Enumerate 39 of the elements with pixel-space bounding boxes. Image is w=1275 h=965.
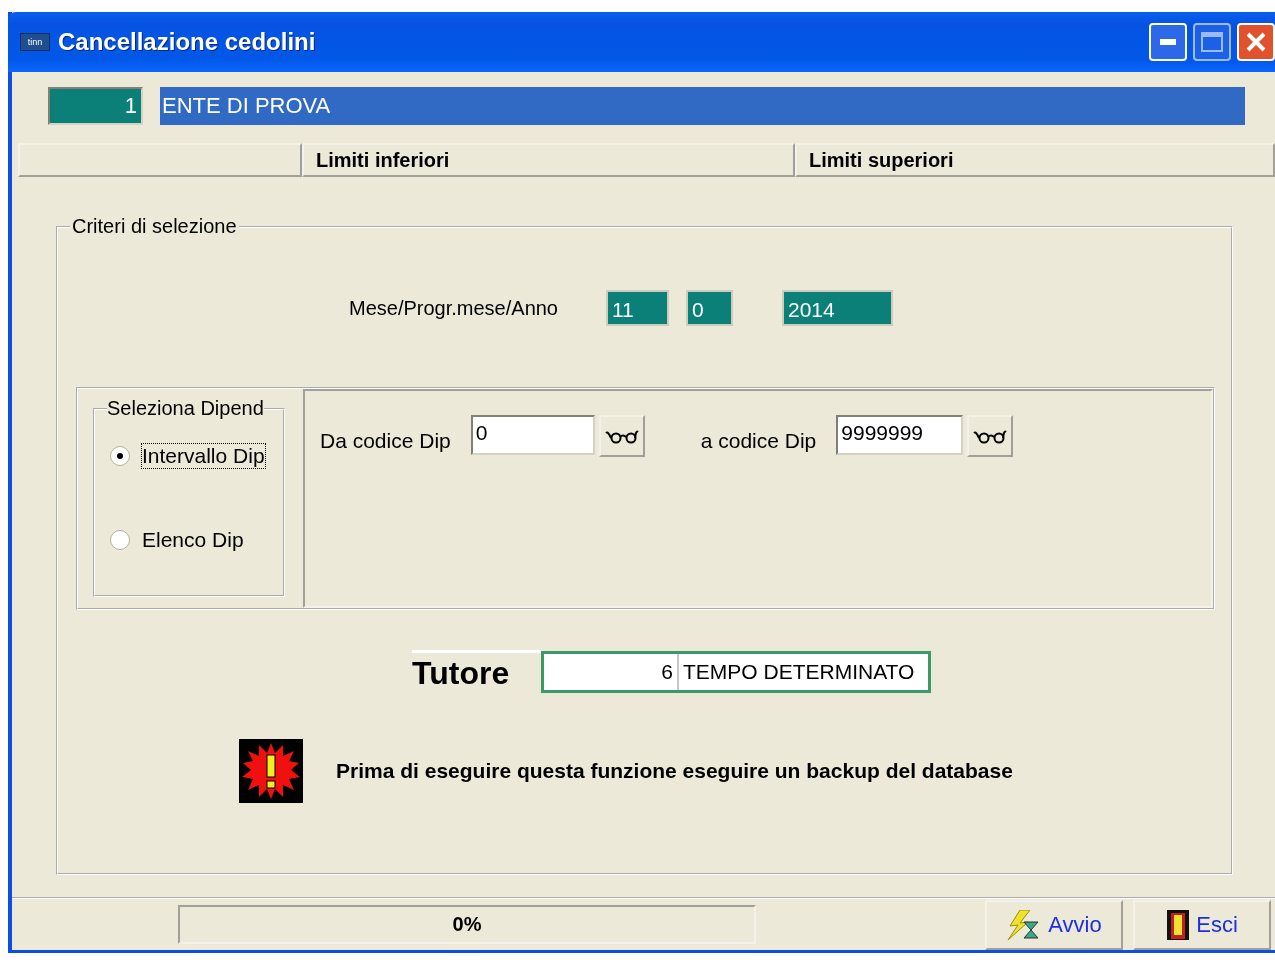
minimize-button[interactable]: [1149, 23, 1187, 61]
to-code-field[interactable]: 9999999: [836, 415, 964, 455]
maximize-button[interactable]: [1193, 23, 1231, 61]
maximize-icon: [1201, 32, 1223, 52]
window-title: Cancellazione cedolini: [58, 28, 317, 56]
lookup-button[interactable]: [598, 415, 645, 457]
month-field[interactable]: 11: [606, 290, 669, 326]
column-header: Limiti superiori: [795, 143, 1275, 177]
progressive-field[interactable]: 0: [686, 290, 733, 326]
close-button[interactable]: [1237, 23, 1275, 61]
glasses-icon: [973, 428, 1008, 444]
warning-icon: [239, 739, 303, 803]
radio-button[interactable]: [110, 446, 130, 466]
glasses-icon: [604, 428, 639, 444]
progress-reading: 0%: [452, 913, 482, 936]
entity-code-field[interactable]: 1: [48, 87, 143, 125]
close-icon: [1245, 31, 1267, 53]
app-icon: tinn: [20, 33, 50, 51]
column-header: Limiti inferiori: [302, 143, 795, 177]
entity-name-field: ENTE DI PROVA: [160, 87, 1245, 125]
warning-message: Prima di eseguire questa funzione eseguire un backup del database: [336, 759, 1013, 783]
to-code-label: a codice Dip: [700, 429, 817, 453]
from-code-label: Da codice Dip: [320, 429, 451, 453]
year-field[interactable]: 2014: [782, 290, 893, 326]
tutor-field[interactable]: 6 TEMPO DETERMINATO: [541, 650, 931, 693]
exit-button[interactable]: Esci: [1133, 899, 1271, 950]
tutor-description: TEMPO DETERMINATO: [682, 658, 915, 685]
door-icon: [1166, 908, 1191, 941]
lookup-button[interactable]: [967, 415, 1014, 457]
group-title: Seleziona Dipend: [107, 397, 264, 420]
tutor-code: 6: [544, 653, 679, 690]
from-code-field[interactable]: 0: [470, 415, 595, 455]
radio-option[interactable]: Intervallo Dip: [110, 444, 265, 468]
group-title: Criteri di selezione: [71, 215, 238, 238]
start-button[interactable]: Avvio: [985, 899, 1123, 950]
radio-option[interactable]: Elenco Dip: [110, 528, 244, 552]
radio-button[interactable]: [110, 530, 130, 550]
period-label: Mese/Progr.mese/Anno: [349, 296, 559, 320]
minimize-icon: [1160, 39, 1176, 45]
